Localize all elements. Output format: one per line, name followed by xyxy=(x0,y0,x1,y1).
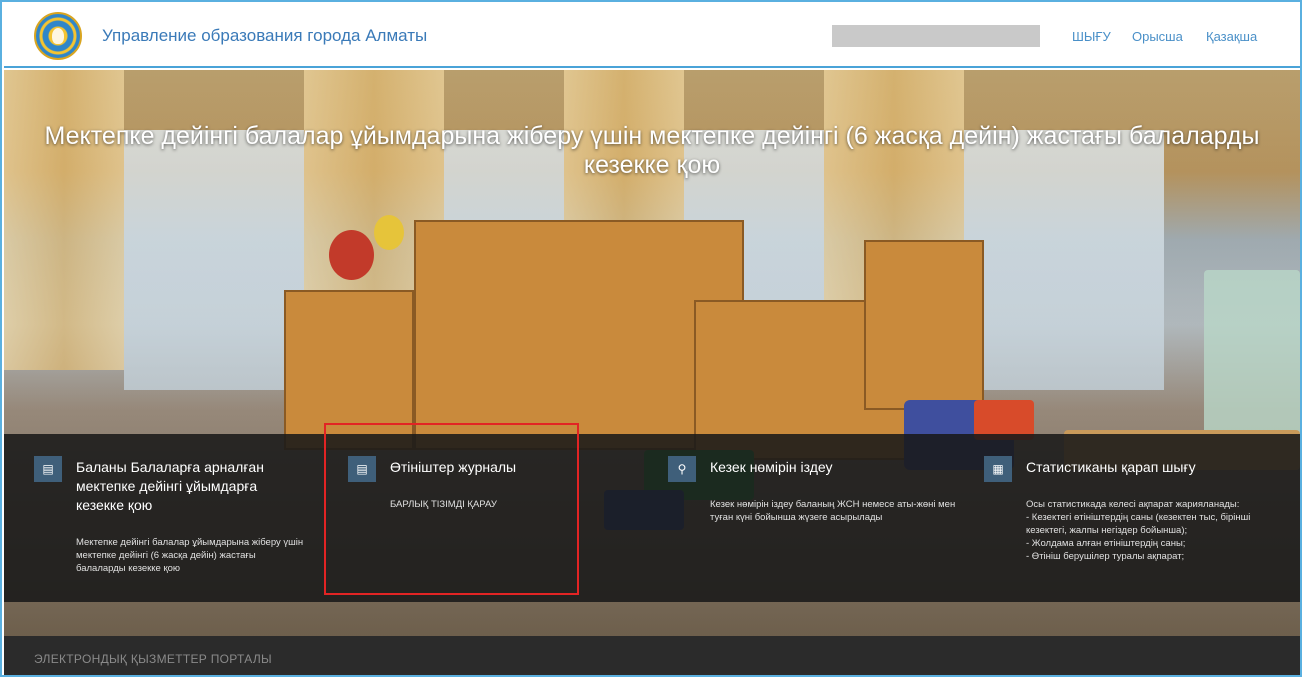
card-queue-number-search-desc: Кезек нөмірін іздеу баланың ЖСН немесе а… xyxy=(710,499,956,523)
card-queue-number-search-title[interactable]: Кезек нөмірін іздеу xyxy=(710,458,950,477)
page-frame: Управление образования города Алматы ШЫҒ… xyxy=(0,0,1302,677)
search-icon: ⚲ xyxy=(668,456,696,482)
chart-icon: ▦ xyxy=(984,456,1012,482)
highlight-box xyxy=(324,423,579,595)
services-band: ▤ Баланы Балаларға арналған мектепке дей… xyxy=(4,434,1300,602)
card-statistics-title[interactable]: Статистиканы қарап шығу xyxy=(1026,458,1266,477)
card-queue-registration-desc: Мектепке дейінгі балалар ұйымдарына жібе… xyxy=(76,537,304,574)
city-emblem-logo[interactable] xyxy=(34,12,82,60)
card-queue-registration[interactable]: ▤ Баланы Балаларға арналған мектепке дей… xyxy=(34,456,304,596)
card-queue-registration-title[interactable]: Баланы Балаларға арналған мектепке дейін… xyxy=(76,458,304,515)
folder-icon: ▤ xyxy=(34,456,62,482)
hero-title: Мектепке дейінгі балалар ұйымдарына жібе… xyxy=(44,122,1260,179)
card-queue-number-search[interactable]: ⚲ Кезек нөмірін іздеу Кезек нөмірін ізде… xyxy=(668,456,958,596)
header: Управление образования города Алматы ШЫҒ… xyxy=(4,4,1300,68)
statistics-desc-line: - Жолдама алған өтініштердің саны; xyxy=(1026,538,1186,549)
statistics-desc-line: Осы статистикада келесі ақпарат жариялан… xyxy=(1026,499,1240,510)
statistics-desc-line: - Өтініш берушілер туралы ақпарат; xyxy=(1026,551,1185,562)
card-statistics[interactable]: ▦ Статистиканы қарап шығу Осы статистика… xyxy=(984,456,1274,596)
language-russian-link[interactable]: Орысша xyxy=(1132,29,1183,44)
language-kazakh-link[interactable]: Қазақша xyxy=(1206,29,1257,44)
search-input[interactable] xyxy=(832,25,1040,47)
footer: ЭЛЕКТРОНДЫҚ ҚЫЗМЕТТЕР ПОРТАЛЫ xyxy=(4,636,1300,675)
footer-portal-title: ЭЛЕКТРОНДЫҚ ҚЫЗМЕТТЕР ПОРТАЛЫ xyxy=(34,652,272,666)
logout-link[interactable]: ШЫҒУ xyxy=(1072,29,1111,44)
statistics-desc-line: - Кезектегі өтініштердің саны (кезектен … xyxy=(1026,512,1251,536)
site-title[interactable]: Управление образования города Алматы xyxy=(102,26,427,46)
card-statistics-desc: Осы статистикада келесі ақпарат жариялан… xyxy=(1026,498,1272,563)
